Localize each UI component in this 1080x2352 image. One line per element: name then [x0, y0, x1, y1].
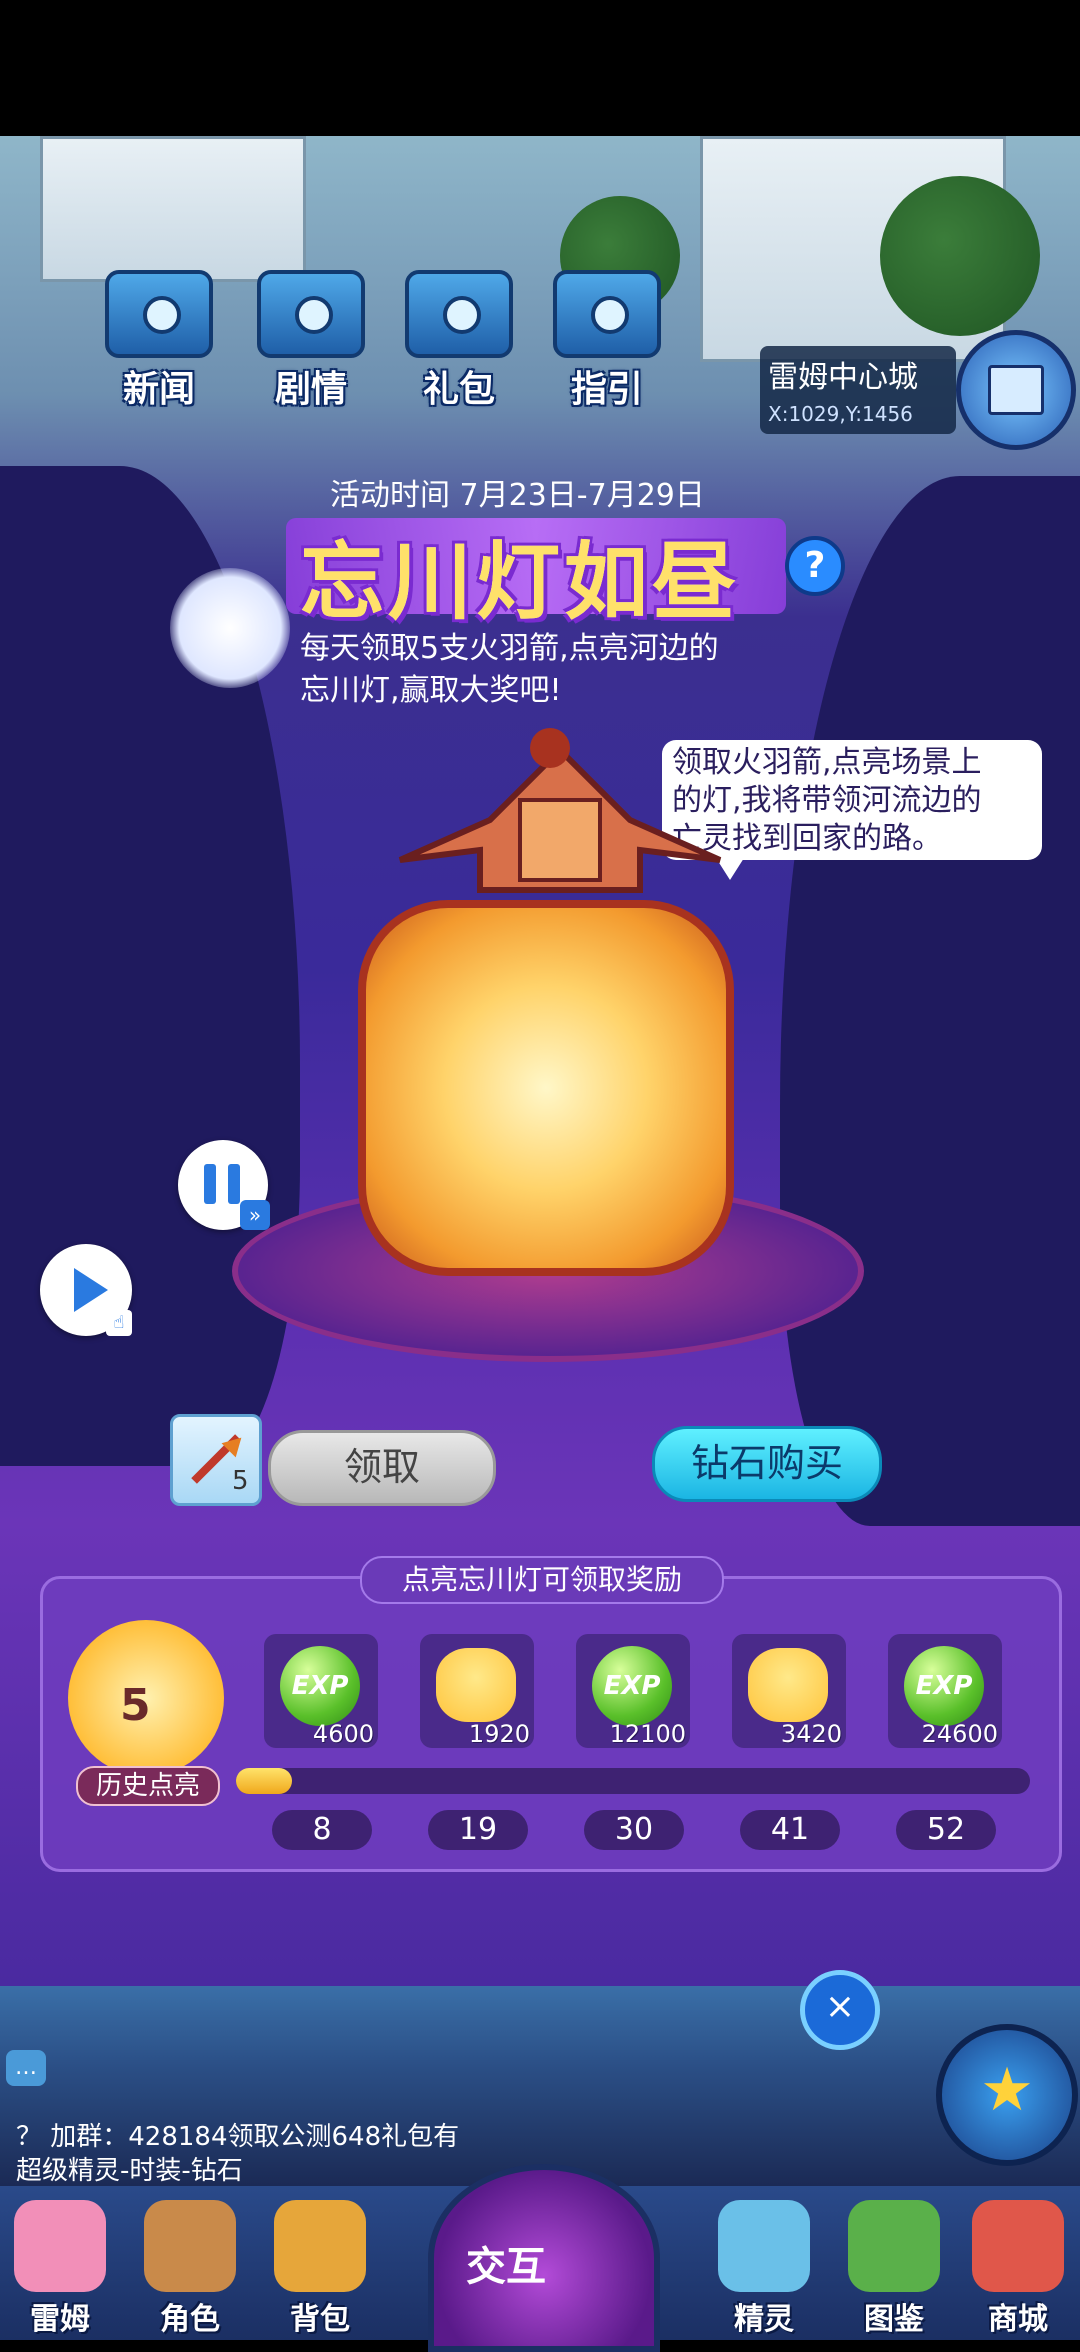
town-building [40, 136, 306, 282]
reward-item[interactable]: EXP 24600 [888, 1634, 1002, 1748]
nav-item-spirit[interactable]: 精灵 [704, 2190, 824, 2340]
guide-button[interactable]: 指引 [552, 270, 662, 410]
chat-message[interactable]: 超级精灵-时装-钻石 [16, 2150, 243, 2187]
nav-label: 雷姆 [30, 2302, 90, 2337]
claim-button[interactable]: 领取 [268, 1430, 496, 1506]
hand-pointer-icon: ☝ [106, 1310, 132, 1336]
arrow-count: 5 [232, 1466, 249, 1496]
right-cliff [780, 476, 1080, 1526]
shop-icon [972, 2200, 1064, 2292]
interact-label: 交互 [466, 2244, 546, 2290]
nav-label: 角色 [160, 2302, 220, 2337]
reward-amount: 12100 [609, 1720, 686, 1748]
milestone-label: 19 [428, 1810, 528, 1850]
story-label: 剧情 [274, 369, 347, 410]
exp-icon: EXP [592, 1646, 672, 1726]
lantern-finial [530, 728, 570, 768]
cat-icon [748, 1648, 828, 1722]
event-desc-line: 忘川灯,赢取大奖吧! [300, 673, 562, 708]
nav-label: 商城 [988, 2302, 1048, 2337]
milestone-label: 8 [272, 1810, 372, 1850]
nav-label: 图鉴 [864, 2302, 924, 2337]
event-description: 每天领取5支火羽箭,点亮河边的 忘川灯,赢取大奖吧! [300, 628, 770, 712]
gift-button[interactable]: 礼包 [404, 270, 514, 410]
tree [880, 176, 1040, 336]
gift-icon [405, 270, 513, 358]
news-icon [105, 270, 213, 358]
story-button[interactable]: 剧情 [256, 270, 366, 410]
milestone-label: 52 [896, 1810, 996, 1850]
exp-icon: EXP [904, 1646, 984, 1726]
star-wand-button[interactable]: ★ [936, 2024, 1078, 2166]
milestone-label: 30 [584, 1810, 684, 1850]
guide-icon [553, 270, 661, 358]
codex-icon [848, 2200, 940, 2292]
news-button[interactable]: 新闻 [104, 270, 214, 410]
reward-amount: 24600 [921, 1720, 998, 1748]
map-button[interactable] [956, 330, 1076, 450]
reward-item[interactable]: EXP 4600 [264, 1634, 378, 1748]
progress-track [236, 1768, 1030, 1794]
reward-item[interactable]: 3420 [732, 1634, 846, 1748]
close-button[interactable]: × [800, 1970, 880, 2050]
spirit-icon [718, 2200, 810, 2292]
play-icon [74, 1268, 108, 1312]
nav-label: 背包 [290, 2302, 350, 2337]
history-count: 5 [120, 1680, 151, 1731]
star-icon: ★ [980, 2055, 1034, 2125]
news-label: 新闻 [122, 369, 195, 410]
diamond-buy-button[interactable]: 钻石购买 [652, 1426, 882, 1502]
event-desc-line: 每天领取5支火羽箭,点亮河边的 [300, 631, 719, 666]
story-icon [257, 270, 365, 358]
location-coords: X:1029,Y:1456 [768, 402, 913, 426]
lantern[interactable] [358, 900, 734, 1276]
chat-message[interactable]: ？ 加群：428184领取公测648礼包有 [16, 2116, 459, 2153]
nav-item-leimu[interactable]: 雷姆 [0, 2190, 120, 2340]
reward-amount: 4600 [312, 1720, 374, 1748]
leimu-icon [14, 2200, 106, 2292]
milestone-label: 41 [740, 1810, 840, 1850]
reward-amount: 3420 [780, 1720, 842, 1748]
nav-item-codex[interactable]: 图鉴 [834, 2190, 954, 2340]
moon [170, 568, 290, 688]
pause-icon [204, 1164, 216, 1204]
pause-icon [228, 1164, 240, 1204]
nav-item-character[interactable]: 角色 [130, 2190, 250, 2340]
reward-item[interactable]: 1920 [420, 1634, 534, 1748]
fast-forward-icon[interactable]: » [240, 1200, 270, 1230]
location-name: 雷姆中心城 [768, 360, 918, 395]
character-icon [144, 2200, 236, 2292]
nav-item-shop[interactable]: 商城 [958, 2190, 1078, 2340]
progress-fill [236, 1768, 292, 1794]
nav-item-backpack[interactable]: 背包 [260, 2190, 380, 2340]
chat-icon[interactable]: … [6, 2050, 46, 2086]
gift-label: 礼包 [422, 369, 495, 410]
map-icon [988, 365, 1044, 415]
cat-icon [436, 1648, 516, 1722]
nav-label: 精灵 [734, 2302, 794, 2337]
reward-item[interactable]: EXP 12100 [576, 1634, 690, 1748]
backpack-icon [274, 2200, 366, 2292]
reward-header: 点亮忘川灯可领取奖励 [360, 1556, 724, 1604]
reward-amount: 1920 [468, 1720, 530, 1748]
event-title: 忘川灯如昼 [300, 533, 741, 631]
event-time: 活动时间 7月23日-7月29日 [330, 478, 705, 513]
history-label: 历史点亮 [76, 1766, 220, 1806]
guide-label: 指引 [570, 369, 643, 410]
exp-icon: EXP [280, 1646, 360, 1726]
help-icon[interactable]: ? [785, 536, 845, 596]
top-black-bar [0, 0, 1080, 136]
